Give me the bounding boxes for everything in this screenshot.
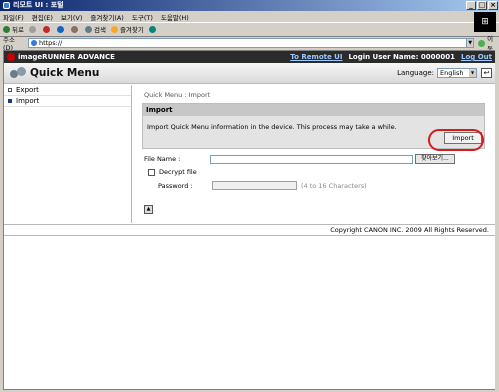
address-bar: 주소(D) https:// ▼ 이동 bbox=[0, 35, 499, 53]
logout-link[interactable]: Log Out bbox=[461, 53, 492, 61]
refresh-button[interactable] bbox=[56, 25, 66, 33]
sidebar: Export Import bbox=[4, 85, 132, 223]
main-content: Quick Menu : Import Import Import Quick … bbox=[134, 85, 489, 223]
decrypt-checkbox[interactable] bbox=[148, 168, 155, 176]
scrollbar[interactable] bbox=[495, 50, 498, 390]
window-title-bar: 리모트 UI : 포털 _ □ × bbox=[0, 0, 499, 11]
sidebar-item-import[interactable]: Import bbox=[4, 96, 131, 107]
menu-edit[interactable]: 편집(E) bbox=[32, 12, 53, 22]
breadcrumb: Quick Menu : Import bbox=[144, 91, 211, 99]
file-name-row: File Name : 찾아보기... bbox=[144, 154, 455, 164]
address-dropdown[interactable]: ▼ bbox=[466, 38, 475, 48]
password-hint: (4 to 16 Characters) bbox=[301, 181, 367, 190]
back-arrow-icon bbox=[3, 25, 10, 33]
file-name-label: File Name : bbox=[144, 155, 181, 163]
import-panel-header: Import bbox=[143, 104, 484, 116]
divider bbox=[4, 235, 495, 236]
menu-file[interactable]: 파일(F) bbox=[3, 12, 24, 22]
page-icon bbox=[30, 40, 37, 46]
bullet-icon bbox=[8, 88, 12, 92]
file-name-input[interactable] bbox=[210, 154, 413, 164]
search-icon bbox=[84, 25, 92, 33]
home-icon bbox=[70, 25, 78, 33]
decrypt-row: Decrypt file bbox=[148, 168, 197, 176]
stop-button[interactable] bbox=[42, 25, 52, 33]
bullet-icon bbox=[8, 99, 12, 103]
minimize-button[interactable]: _ bbox=[466, 1, 476, 10]
app-header: imageRUNNER ADVANCE To Remote UI Login U… bbox=[4, 51, 495, 63]
sidebar-item-export[interactable]: Export bbox=[4, 85, 131, 96]
login-user-name: Login User Name: 0000001 bbox=[348, 53, 455, 61]
menu-tools[interactable]: 도구(T) bbox=[132, 12, 153, 22]
to-remote-ui-link[interactable]: To Remote UI bbox=[290, 53, 342, 61]
back-button[interactable]: 뒤로 bbox=[3, 24, 24, 34]
password-label: Password : bbox=[158, 181, 193, 190]
maximize-button[interactable]: □ bbox=[477, 1, 487, 10]
toolbar: 뒤로 검색 즐겨찾기 bbox=[0, 23, 470, 35]
menu-favorites[interactable]: 즐겨찾기(A) bbox=[90, 12, 123, 22]
windows-logo-icon: ⊞ bbox=[474, 12, 496, 32]
highlight-annotation bbox=[428, 129, 484, 151]
language-label: Language: bbox=[397, 69, 434, 77]
decrypt-label: Decrypt file bbox=[159, 168, 197, 176]
favorites-button[interactable]: 즐겨찾기 bbox=[110, 24, 144, 34]
search-button[interactable]: 검색 bbox=[84, 24, 106, 34]
scroll-to-top-icon[interactable]: ▲ bbox=[144, 205, 153, 214]
close-button[interactable]: × bbox=[488, 1, 498, 10]
password-row: Password : (4 to 16 Characters) bbox=[158, 181, 367, 190]
quick-menu-icon bbox=[10, 67, 26, 79]
page-title-bar: Quick Menu Language: English ↩ bbox=[4, 63, 495, 84]
product-name: imageRUNNER ADVANCE bbox=[18, 53, 115, 61]
forward-arrow-icon bbox=[28, 25, 36, 33]
menu-view[interactable]: 보기(V) bbox=[61, 12, 82, 22]
forward-button[interactable] bbox=[28, 25, 38, 33]
window-title: 리모트 UI : 포털 bbox=[13, 1, 64, 9]
canon-logo-icon bbox=[7, 53, 15, 61]
go-arrow-icon bbox=[478, 39, 486, 47]
history-button[interactable] bbox=[148, 25, 158, 33]
stop-icon bbox=[42, 25, 50, 33]
page-content: imageRUNNER ADVANCE To Remote UI Login U… bbox=[3, 50, 496, 390]
password-input[interactable] bbox=[212, 181, 297, 190]
import-description: Import Quick Menu information in the dev… bbox=[147, 123, 397, 131]
menu-help[interactable]: 도움말(H) bbox=[161, 12, 189, 22]
footer: Copyright CANON INC. 2009 All Rights Res… bbox=[4, 224, 495, 235]
history-icon bbox=[148, 25, 156, 33]
browse-button[interactable]: 찾아보기... bbox=[415, 154, 455, 164]
back-to-top-button[interactable]: ↩ bbox=[481, 68, 492, 78]
browser-icon bbox=[3, 2, 10, 9]
page-title: Quick Menu bbox=[30, 67, 100, 79]
address-input[interactable]: https:// bbox=[27, 38, 468, 48]
home-button[interactable] bbox=[70, 25, 80, 33]
star-icon bbox=[110, 25, 118, 33]
menu-bar: 파일(F) 편집(E) 보기(V) 즐겨찾기(A) 도구(T) 도움말(H) bbox=[0, 11, 499, 23]
refresh-icon bbox=[56, 25, 64, 33]
language-select[interactable]: English bbox=[437, 68, 477, 78]
